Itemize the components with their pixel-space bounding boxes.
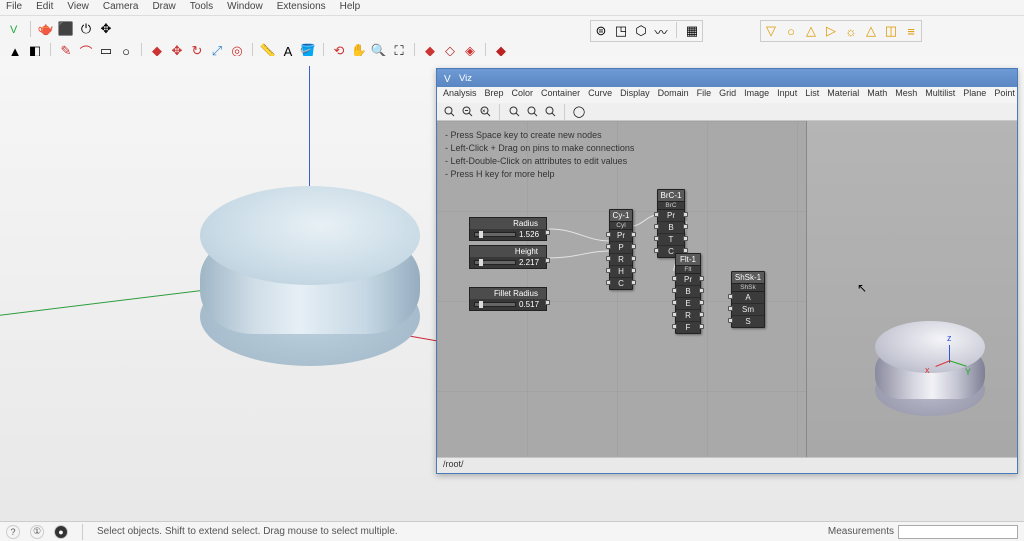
menu-file[interactable]: File bbox=[6, 1, 22, 14]
display-toolbar: ⊜ ◳ ⬡ 〰 ▦ bbox=[590, 20, 703, 42]
logo-icon[interactable]: V bbox=[6, 20, 24, 38]
move-icon[interactable]: ✥ bbox=[97, 20, 115, 38]
measurements-input[interactable] bbox=[898, 525, 1018, 539]
viz-menu-mesh[interactable]: Mesh bbox=[895, 88, 917, 102]
top-icon[interactable]: ○ bbox=[782, 22, 800, 40]
viz-menu-image[interactable]: Image bbox=[744, 88, 769, 102]
viz-statusbar: /root/ bbox=[437, 457, 1017, 473]
node-shape-sink[interactable]: ShSk-1 ShSk A Sm S bbox=[731, 271, 765, 328]
status-hint: Select objects. Shift to extend select. … bbox=[97, 526, 398, 537]
parallel-icon[interactable]: ≡ bbox=[902, 22, 920, 40]
viz-title-text: Viz bbox=[459, 73, 472, 84]
viz-menu-container[interactable]: Container bbox=[541, 88, 580, 102]
viz-menu-display[interactable]: Display bbox=[620, 88, 650, 102]
right-icon[interactable]: ▷ bbox=[822, 22, 840, 40]
persp-icon[interactable]: △ bbox=[862, 22, 880, 40]
axis-gizmo[interactable]: z Y x bbox=[929, 339, 969, 379]
menu-edit[interactable]: Edit bbox=[36, 1, 53, 14]
slider-height[interactable]: Height 2.217 bbox=[469, 245, 547, 269]
viz-preview[interactable]: z Y x bbox=[807, 121, 1017, 457]
view-toolbar: ▽ ○ △ ▷ ☼ △ ◫ ≡ bbox=[760, 20, 922, 42]
svg-text:V: V bbox=[444, 74, 451, 84]
viz-zoom-in-icon[interactable] bbox=[441, 104, 457, 120]
menu-draw[interactable]: Draw bbox=[152, 1, 175, 14]
menu-camera[interactable]: Camera bbox=[103, 1, 139, 14]
viz-menu-curve[interactable]: Curve bbox=[588, 88, 612, 102]
viz-menu-point[interactable]: Point bbox=[994, 88, 1015, 102]
svg-text:×: × bbox=[482, 109, 486, 115]
viz-menubar[interactable]: Analysis Brep Color Container Curve Disp… bbox=[437, 87, 1017, 103]
slider-fillet[interactable]: Fillet Radius 0.517 bbox=[469, 287, 547, 311]
style4-icon[interactable]: 〰 bbox=[652, 22, 670, 40]
menu-help[interactable]: Help bbox=[340, 1, 361, 14]
block-icon[interactable]: ⬛ bbox=[57, 20, 75, 38]
viz-zoom-fit-icon[interactable]: × bbox=[477, 104, 493, 120]
viz-menu-list[interactable]: List bbox=[805, 88, 819, 102]
help-icon[interactable]: ? bbox=[6, 525, 20, 539]
style3-icon[interactable]: ⬡ bbox=[632, 22, 650, 40]
info-icon[interactable]: ① bbox=[30, 525, 44, 539]
style2-icon[interactable]: ◳ bbox=[612, 22, 630, 40]
viz-window[interactable]: V Viz Analysis Brep Color Container Curv… bbox=[436, 68, 1018, 474]
slider-radius[interactable]: Radius 1.526 bbox=[469, 217, 547, 241]
viz-toolbar: × ◯ bbox=[437, 103, 1017, 121]
viz-menu-domain[interactable]: Domain bbox=[658, 88, 689, 102]
user-icon[interactable]: ● bbox=[54, 525, 68, 539]
model-cylinder[interactable] bbox=[200, 186, 420, 366]
menu-window[interactable]: Window bbox=[227, 1, 263, 14]
svg-text:V: V bbox=[10, 24, 18, 36]
viz-zoom-in2-icon[interactable] bbox=[506, 104, 522, 120]
style1-icon[interactable]: ⊜ bbox=[592, 22, 610, 40]
viz-titlebar[interactable]: V Viz bbox=[437, 69, 1017, 87]
viz-graph-canvas[interactable]: - Press Space key to create new nodes - … bbox=[437, 121, 807, 457]
viz-menu-multilist[interactable]: Multilist bbox=[925, 88, 955, 102]
two-pt-icon[interactable]: ◫ bbox=[882, 22, 900, 40]
viz-menu-input[interactable]: Input bbox=[777, 88, 797, 102]
teapot-icon[interactable]: 🫖 bbox=[37, 20, 55, 38]
viz-menu-material[interactable]: Material bbox=[827, 88, 859, 102]
viz-zoom-fit2-icon[interactable] bbox=[542, 104, 558, 120]
viz-menu-brep[interactable]: Brep bbox=[485, 88, 504, 102]
measurements-label: Measurements bbox=[828, 526, 894, 537]
viz-path: /root/ bbox=[443, 459, 464, 469]
power-icon[interactable]: ⏻ bbox=[77, 20, 95, 38]
main-menubar[interactable]: File Edit View Camera Draw Tools Window … bbox=[0, 0, 1024, 16]
menu-extensions[interactable]: Extensions bbox=[277, 1, 326, 14]
node-brep-cap[interactable]: BrC-1 BrC Pr B T C bbox=[657, 189, 685, 258]
statusbar: ? ① ● Select objects. Shift to extend se… bbox=[0, 521, 1024, 541]
viz-sphere-icon[interactable]: ◯ bbox=[571, 104, 587, 120]
viz-menu-color[interactable]: Color bbox=[512, 88, 534, 102]
menu-view[interactable]: View bbox=[67, 1, 89, 14]
front-icon[interactable]: △ bbox=[802, 22, 820, 40]
viz-menu-grid[interactable]: Grid bbox=[719, 88, 736, 102]
viz-menu-math[interactable]: Math bbox=[867, 88, 887, 102]
viz-zoom-out2-icon[interactable] bbox=[524, 104, 540, 120]
sun-icon[interactable]: ☼ bbox=[842, 22, 860, 40]
node-fillet[interactable]: Flt-1 Flt Pr B E R F bbox=[675, 253, 701, 334]
viz-menu-analysis[interactable]: Analysis bbox=[443, 88, 477, 102]
menu-tools[interactable]: Tools bbox=[190, 1, 213, 14]
viz-zoom-out-icon[interactable] bbox=[459, 104, 475, 120]
style5-icon[interactable]: ▦ bbox=[683, 22, 701, 40]
iso-icon[interactable]: ▽ bbox=[762, 22, 780, 40]
cursor-icon bbox=[857, 281, 865, 293]
viz-app-icon: V bbox=[443, 72, 455, 84]
viz-hints: - Press Space key to create new nodes - … bbox=[445, 129, 634, 181]
node-cylinder[interactable]: Cy-1 Cyl Pr P R H C bbox=[609, 209, 633, 290]
viz-menu-file[interactable]: File bbox=[697, 88, 712, 102]
viz-menu-plane[interactable]: Plane bbox=[963, 88, 986, 102]
